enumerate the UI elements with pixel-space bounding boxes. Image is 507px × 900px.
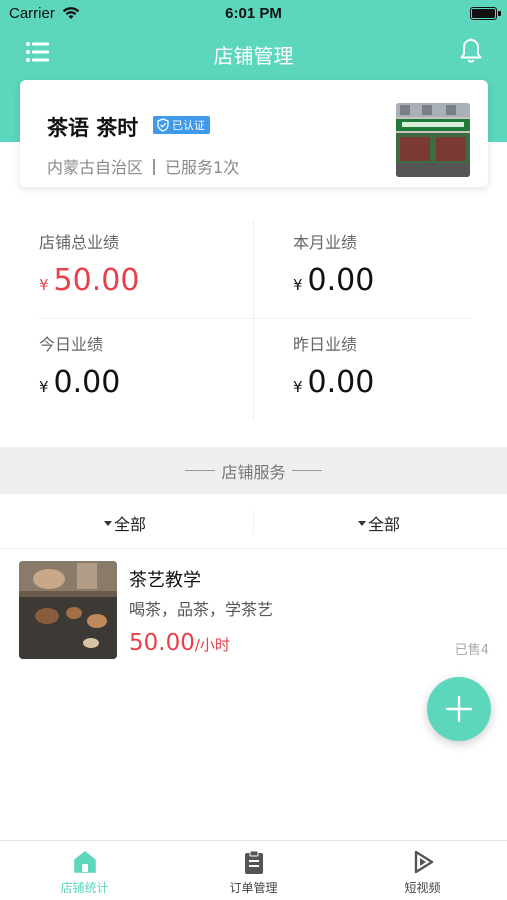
tab-bar: 店铺统计 订单管理 短视频 <box>0 840 507 900</box>
tab-store-stats[interactable]: 店铺统计 <box>0 849 169 896</box>
stats-vertical-divider <box>253 220 254 420</box>
shield-check-icon <box>157 118 169 132</box>
service-price-unit: /小时 <box>194 636 230 654</box>
stat-total-value: ¥50.00 <box>39 263 239 298</box>
stat-yesterday-value: ¥0.00 <box>293 365 493 400</box>
stat-today: 今日业绩 ¥0.00 <box>39 331 239 400</box>
navbar: 店铺管理 <box>0 28 507 78</box>
stat-total-amount: 50.00 <box>53 263 140 298</box>
service-photo <box>19 561 117 659</box>
stat-month-value: ¥0.00 <box>293 263 493 298</box>
stat-yesterday: 昨日业绩 ¥0.00 <box>293 331 493 400</box>
bell-icon[interactable] <box>459 38 483 64</box>
filter-row: 全部 全部 <box>0 494 507 549</box>
tab-short-video-label: 短视频 <box>404 881 441 895</box>
filter-left-dropdown[interactable]: 全部 <box>104 511 146 535</box>
stat-today-amount: 0.00 <box>53 365 121 400</box>
tab-store-stats-label: 店铺统计 <box>60 881 109 895</box>
video-play-icon <box>414 850 433 874</box>
stats-horizontal-divider <box>38 318 472 319</box>
page-title: 店铺管理 <box>213 44 294 68</box>
service-price-amount: 50.00 <box>129 630 195 656</box>
battery-tip <box>498 11 501 16</box>
service-sold-count: 已售4 <box>454 643 489 658</box>
plus-icon <box>445 695 473 723</box>
currency-symbol: ¥ <box>293 276 303 294</box>
filter-left-label: 全部 <box>114 515 147 534</box>
meta-divider <box>153 159 156 175</box>
tab-short-video[interactable]: 短视频 <box>338 849 507 896</box>
stat-month: 本月业绩 ¥0.00 <box>293 229 493 298</box>
stat-total: 店铺总业绩 ¥50.00 <box>39 229 239 298</box>
currency-symbol: ¥ <box>39 276 49 294</box>
stat-today-label: 今日业绩 <box>39 335 104 354</box>
stat-yesterday-amount: 0.00 <box>307 365 375 400</box>
store-meta: 内蒙古自治区 已服务1次 <box>47 154 239 178</box>
section-dash-right <box>291 470 322 471</box>
add-service-button[interactable] <box>427 677 491 741</box>
service-list-item[interactable]: 茶艺教学 喝茶，品茶，学茶艺 50.00/小时 已售4 <box>0 550 507 665</box>
currency-symbol: ¥ <box>293 378 303 396</box>
section-title: 店铺服务 <box>221 462 286 482</box>
filter-right-dropdown[interactable]: 全部 <box>358 511 400 535</box>
tab-orders-label: 订单管理 <box>229 881 278 895</box>
caret-down-icon <box>358 520 366 526</box>
home-icon <box>73 851 96 873</box>
section-dash-left <box>185 470 216 471</box>
stat-total-label: 店铺总业绩 <box>39 233 120 252</box>
verified-label: 已认证 <box>172 119 205 132</box>
caret-down-icon <box>104 520 112 526</box>
service-price: 50.00/小时 <box>129 630 230 656</box>
filter-right-label: 全部 <box>368 515 401 534</box>
verified-badge: 已认证 <box>153 116 210 134</box>
currency-symbol: ¥ <box>39 378 49 396</box>
stat-month-label: 本月业绩 <box>293 233 358 252</box>
clock: 6:01 PM <box>225 5 282 22</box>
tab-orders[interactable]: 订单管理 <box>169 849 338 896</box>
service-description: 喝茶，品茶，学茶艺 <box>129 600 274 619</box>
store-region: 内蒙古自治区 <box>47 158 144 177</box>
clipboard-icon <box>244 850 263 874</box>
stat-today-value: ¥0.00 <box>39 365 239 400</box>
status-bar: Carrier 6:01 PM <box>0 0 507 28</box>
battery-icon <box>470 7 497 20</box>
store-name: 茶语 茶时 <box>47 116 139 140</box>
service-name: 茶艺教学 <box>129 570 201 591</box>
stat-yesterday-label: 昨日业绩 <box>293 335 358 354</box>
filter-divider <box>253 510 254 534</box>
store-thumbnail <box>396 103 470 177</box>
section-header: 店铺服务 <box>0 447 507 494</box>
store-card[interactable]: 茶语 茶时 已认证 内蒙古自治区 已服务1次 <box>20 80 488 187</box>
stat-month-amount: 0.00 <box>307 263 375 298</box>
performance-stats: 店铺总业绩 ¥50.00 本月业绩 ¥0.00 今日业绩 ¥0.00 昨日业绩 … <box>0 200 507 445</box>
store-served-count: 已服务1次 <box>165 158 240 177</box>
